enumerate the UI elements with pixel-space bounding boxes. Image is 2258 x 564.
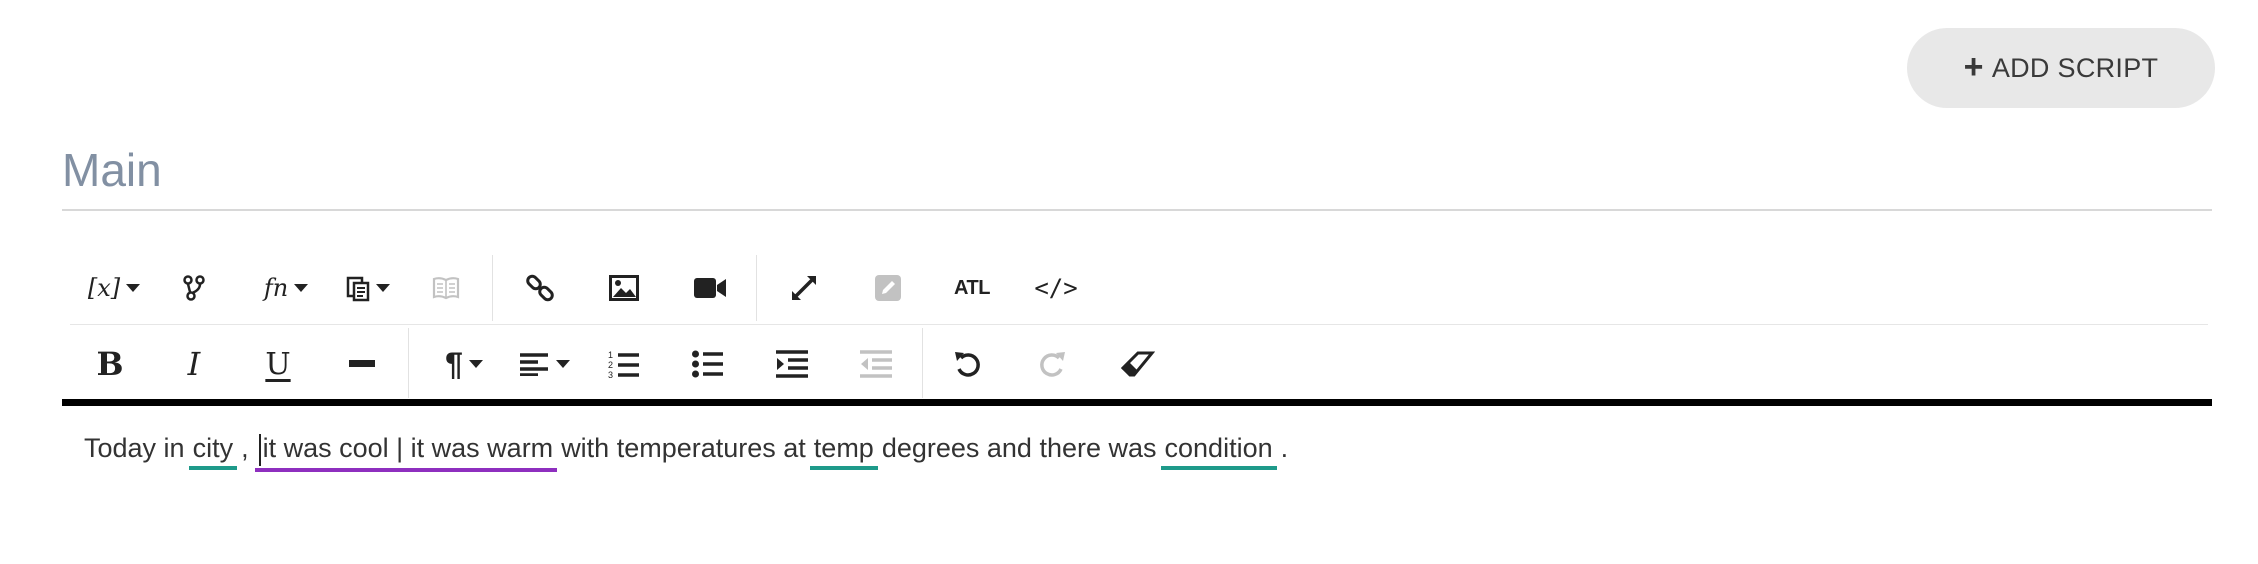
ordered-list-icon: 1 2 3 (608, 350, 639, 379)
atl-label: ATL (954, 276, 990, 299)
indent-button[interactable] (774, 334, 810, 394)
outdent-button[interactable] (858, 334, 894, 394)
chevron-down-icon (556, 360, 570, 368)
align-dropdown-button[interactable] (514, 334, 576, 394)
toolbar-separator (922, 328, 923, 398)
svg-text:1: 1 (608, 350, 613, 360)
title-divider (62, 209, 2212, 211)
fullscreen-button[interactable] (786, 258, 822, 318)
svg-text:3: 3 (608, 370, 613, 379)
chevron-down-icon (294, 284, 309, 292)
function-dropdown-button[interactable]: fn (256, 258, 316, 318)
editor-content[interactable]: Today in city , it was cool | it was war… (84, 433, 1288, 472)
unordered-list-icon (692, 350, 723, 378)
book-icon (432, 277, 460, 300)
add-script-button[interactable]: + ADD SCRIPT (1907, 28, 2215, 108)
horizontal-rule-button[interactable] (344, 334, 380, 394)
toolbar-separator (408, 328, 409, 398)
code-view-button[interactable]: </> (1034, 258, 1078, 318)
bold-icon: B (96, 345, 124, 383)
video-icon (694, 278, 726, 298)
edit-button[interactable] (870, 258, 906, 318)
video-button[interactable] (690, 258, 730, 318)
branch-icon (183, 275, 205, 301)
variable-token-condition[interactable]: condition (1160, 433, 1277, 470)
function-icon: fn (263, 274, 289, 302)
image-icon (609, 275, 639, 301)
text-cursor (258, 433, 261, 466)
unordered-list-button[interactable] (690, 334, 726, 394)
svg-text:2: 2 (608, 360, 613, 370)
editor-text-segment: . (1280, 433, 1289, 463)
clear-format-button[interactable] (1118, 334, 1158, 394)
alternation-token[interactable]: it was cool | it was warm (254, 433, 558, 472)
variable-icon: [x] (87, 274, 121, 302)
italic-button[interactable]: I (176, 334, 212, 394)
alternation-token-text: it was cool | it was warm (262, 433, 554, 463)
paragraph-icon: ¶ (445, 345, 463, 382)
toolbar-divider (70, 324, 2208, 325)
section-title: Main (62, 144, 162, 196)
eraser-icon (1121, 351, 1155, 377)
redo-button[interactable] (1034, 334, 1070, 394)
chevron-down-icon (376, 284, 390, 292)
code-icon: </> (1034, 274, 1078, 302)
editor-top-border (62, 399, 2212, 406)
paragraph-dropdown-button[interactable]: ¶ (434, 334, 494, 394)
clipboard-icon (346, 276, 370, 302)
redo-icon (1040, 352, 1065, 377)
underline-icon: U (265, 346, 291, 382)
book-button[interactable] (428, 258, 464, 318)
branch-button[interactable] (174, 258, 214, 318)
editor-text-segment: Today in (84, 433, 185, 463)
italic-icon: I (187, 345, 201, 383)
atl-button[interactable]: ATL (952, 258, 992, 318)
chevron-down-icon (468, 360, 483, 368)
variable-dropdown-button[interactable]: [x] (84, 258, 144, 318)
editor-text-segment: degrees and there was (881, 433, 1157, 463)
bold-button[interactable]: B (92, 334, 128, 394)
variable-token-temp[interactable]: temp (809, 433, 878, 470)
link-icon (526, 274, 554, 302)
editor-text-segment: with temperatures at (561, 433, 806, 463)
plus-icon: + (1963, 47, 1984, 86)
toolbar-separator (756, 255, 757, 321)
undo-icon (955, 352, 980, 377)
indent-icon (776, 350, 808, 378)
underline-button[interactable]: U (260, 334, 296, 394)
horizontal-rule-icon (349, 360, 375, 367)
image-button[interactable] (606, 258, 642, 318)
pencil-icon (875, 275, 901, 301)
link-button[interactable] (520, 258, 560, 318)
expand-icon (792, 276, 816, 300)
add-script-label: ADD SCRIPT (1991, 52, 2159, 83)
paste-dropdown-button[interactable] (340, 258, 396, 318)
align-left-icon (520, 353, 548, 376)
outdent-icon (860, 350, 892, 378)
chevron-down-icon (126, 284, 141, 292)
toolbar-separator (492, 255, 493, 321)
editor-text-segment: , (241, 433, 249, 463)
undo-button[interactable] (950, 334, 986, 394)
variable-token-city[interactable]: city (188, 433, 238, 470)
ordered-list-button[interactable]: 1 2 3 (606, 334, 642, 394)
